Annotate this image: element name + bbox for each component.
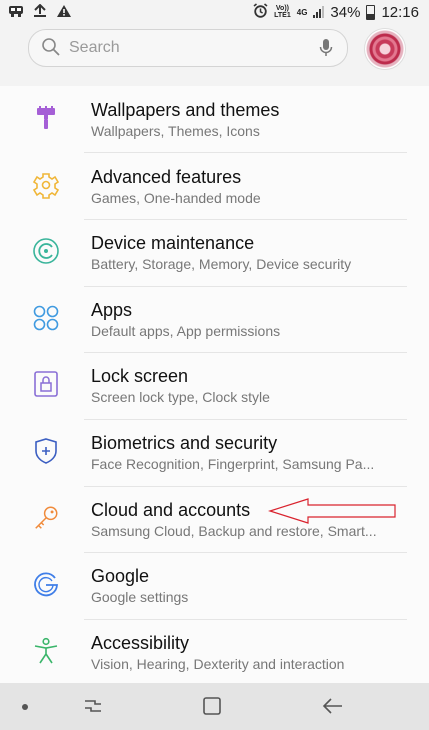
- home-icon[interactable]: [201, 695, 223, 717]
- app-icon: [8, 4, 24, 21]
- setting-subtitle: Face Recognition, Fingerprint, Samsung P…: [91, 456, 375, 472]
- setting-title: Biometrics and security: [91, 433, 278, 453]
- setting-google[interactable]: Google Google settings: [0, 552, 429, 619]
- maintenance-icon: [32, 237, 60, 265]
- setting-subtitle: Screen lock type, Clock style: [91, 389, 270, 406]
- setting-title: Accessibility: [91, 632, 190, 653]
- signal-icon: [313, 6, 325, 18]
- setting-advanced-features[interactable]: Advanced features Games, One-handed mode: [0, 153, 429, 220]
- carrier-bottom: LTE1: [274, 12, 291, 19]
- setting-subtitle: Games, One-handed mode: [91, 189, 261, 206]
- setting-device-maintenance[interactable]: Device maintenance Battery, Storage, Mem…: [0, 219, 429, 286]
- key-icon: [32, 504, 60, 532]
- battery-percent: 34%: [330, 3, 361, 21]
- setting-subtitle: Samsung Cloud, Backup and restore, Smart…: [91, 522, 377, 539]
- navigation-bar: [0, 683, 429, 730]
- paint-roller-icon: [32, 104, 60, 132]
- settings-list: Wallpapers and themes Wallpapers, Themes…: [0, 86, 429, 683]
- status-right: Vo)) LTE1 4G 34% 12:16: [253, 3, 419, 21]
- setting-subtitle: Google settings: [91, 589, 189, 606]
- warning-icon: [56, 4, 72, 21]
- network-type: 4G: [296, 7, 308, 17]
- status-left: [8, 3, 72, 21]
- setting-title: Apps: [91, 299, 133, 320]
- setting-title: Advanced features: [91, 166, 242, 187]
- puzzle-gear-icon: [32, 171, 60, 199]
- shield-icon: [32, 437, 60, 465]
- battery-icon: [366, 4, 376, 20]
- search-placeholder[interactable]: Search: [69, 39, 120, 57]
- search-bar[interactable]: Search: [28, 29, 348, 67]
- status-bar: Vo)) LTE1 4G 34% 12:16: [0, 0, 429, 24]
- setting-wallpapers-and-themes[interactable]: Wallpapers and themes Wallpapers, Themes…: [0, 86, 429, 153]
- clock: 12:16: [381, 3, 419, 21]
- dot-icon[interactable]: [21, 703, 29, 711]
- lock-icon: [32, 370, 60, 398]
- setting-title: Lock screen: [91, 366, 189, 387]
- search-icon: [41, 37, 61, 62]
- accessibility-icon: [32, 637, 60, 665]
- back-icon[interactable]: [321, 695, 345, 717]
- setting-apps[interactable]: Apps Default apps, App permissions: [0, 286, 429, 353]
- apps-icon: [32, 304, 60, 332]
- setting-accessibility[interactable]: Accessibility Vision, Hearing, Dexterity…: [0, 619, 429, 686]
- mic-icon[interactable]: [319, 38, 333, 63]
- setting-subtitle: Battery, Storage, Memory, Device securit…: [91, 256, 352, 273]
- upload-icon: [32, 3, 48, 21]
- recent-apps-icon[interactable]: [82, 695, 104, 717]
- setting-subtitle: Vision, Hearing, Dexterity and interacti…: [91, 655, 345, 672]
- setting-cloud-and-accounts[interactable]: Cloud and accounts Samsung Cloud, Backup…: [0, 486, 429, 553]
- setting-title: Google: [91, 566, 150, 587]
- carrier-top: Vo)): [275, 5, 289, 12]
- setting-title: Cloud and accounts: [91, 499, 251, 520]
- carrier-indicator: Vo)) LTE1: [274, 5, 291, 19]
- setting-subtitle: Default apps, App permissions: [91, 322, 281, 339]
- setting-lock-screen[interactable]: Lock screen Screen lock type, Clock styl…: [0, 352, 429, 419]
- setting-subtitle: Wallpapers, Themes, Icons: [91, 123, 260, 139]
- google-icon: [32, 570, 60, 598]
- setting-biometrics-and-security[interactable]: Biometrics and security Face Recognition…: [0, 419, 429, 486]
- setting-title: Wallpapers and themes: [91, 100, 280, 120]
- alarm-icon: [253, 3, 268, 21]
- setting-title: Device maintenance: [91, 233, 255, 254]
- avatar[interactable]: [364, 28, 406, 70]
